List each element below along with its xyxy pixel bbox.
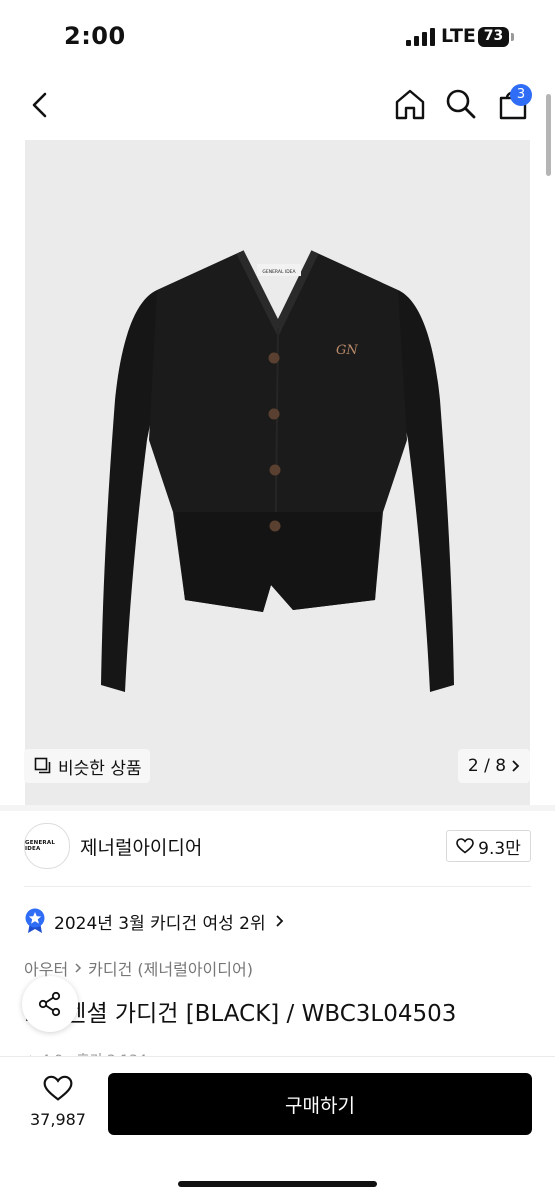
signal-icon <box>406 28 436 46</box>
status-time: 2:00 <box>64 22 126 50</box>
search-icon[interactable] <box>444 87 478 121</box>
status-bar: 2:00 LTE 73 <box>0 0 555 75</box>
share-button[interactable] <box>22 976 78 1032</box>
image-page-count: 2 / 8 <box>467 756 507 776</box>
home-icon[interactable] <box>393 87 427 121</box>
buy-button[interactable]: 구매하기 <box>108 1073 532 1135</box>
brand-like-count: 9.3만 <box>478 838 521 859</box>
brand-row[interactable]: GENERAL IDEA 제너럴아이디어 9.3만 <box>0 820 555 876</box>
brand-logo[interactable]: GENERAL IDEA <box>24 823 70 869</box>
scrollbar[interactable] <box>546 94 551 176</box>
home-indicator <box>178 1181 377 1187</box>
similar-products-label: 비슷한 상품 <box>58 758 142 779</box>
product-title: L 에센셜 가디건 [BLACK] / WBC3L04503 <box>24 1001 457 1027</box>
chevron-right-icon <box>276 915 283 927</box>
svg-text:GN: GN <box>336 343 358 358</box>
wishlist-button[interactable]: 37,987 <box>24 1075 92 1129</box>
chevron-right-icon <box>75 963 82 973</box>
ranking-badge-icon <box>25 908 45 933</box>
garment-label: GENERAL IDEA <box>262 269 296 275</box>
battery-icon: 73 <box>478 27 514 47</box>
chevron-right-icon <box>512 760 520 772</box>
cart-count-badge: 3 <box>510 84 532 106</box>
heart-icon <box>456 838 474 854</box>
ranking-link[interactable]: 2024년 3월 카디건 여성 2위 <box>24 908 284 934</box>
similar-icon <box>34 757 51 774</box>
brand-name[interactable]: 제너럴아이디어 <box>80 833 202 860</box>
battery-level: 73 <box>483 28 504 44</box>
similar-products-button[interactable]: 비슷한 상품 <box>24 749 150 783</box>
brand-like-button[interactable]: 9.3만 <box>446 830 531 862</box>
share-icon <box>38 991 61 1017</box>
product-image[interactable]: GN GENERAL IDEA <box>25 140 530 805</box>
network-label: LTE <box>441 25 476 47</box>
divider <box>24 886 531 887</box>
wishlist-count: 37,987 <box>30 1110 86 1129</box>
image-page-indicator[interactable]: 2 / 8 <box>458 749 530 783</box>
back-icon[interactable] <box>30 91 50 119</box>
breadcrumb-subcategory[interactable]: 카디건 (제너럴아이디어) <box>88 956 253 980</box>
bottom-action-bar: 37,987 구매하기 <box>0 1056 555 1201</box>
top-nav <box>0 75 555 137</box>
heart-icon <box>43 1075 73 1101</box>
section-divider <box>0 805 555 811</box>
ranking-text: 2024년 3월 카디건 여성 2위 <box>54 913 266 934</box>
cardigan-image: GN GENERAL IDEA <box>101 250 454 692</box>
